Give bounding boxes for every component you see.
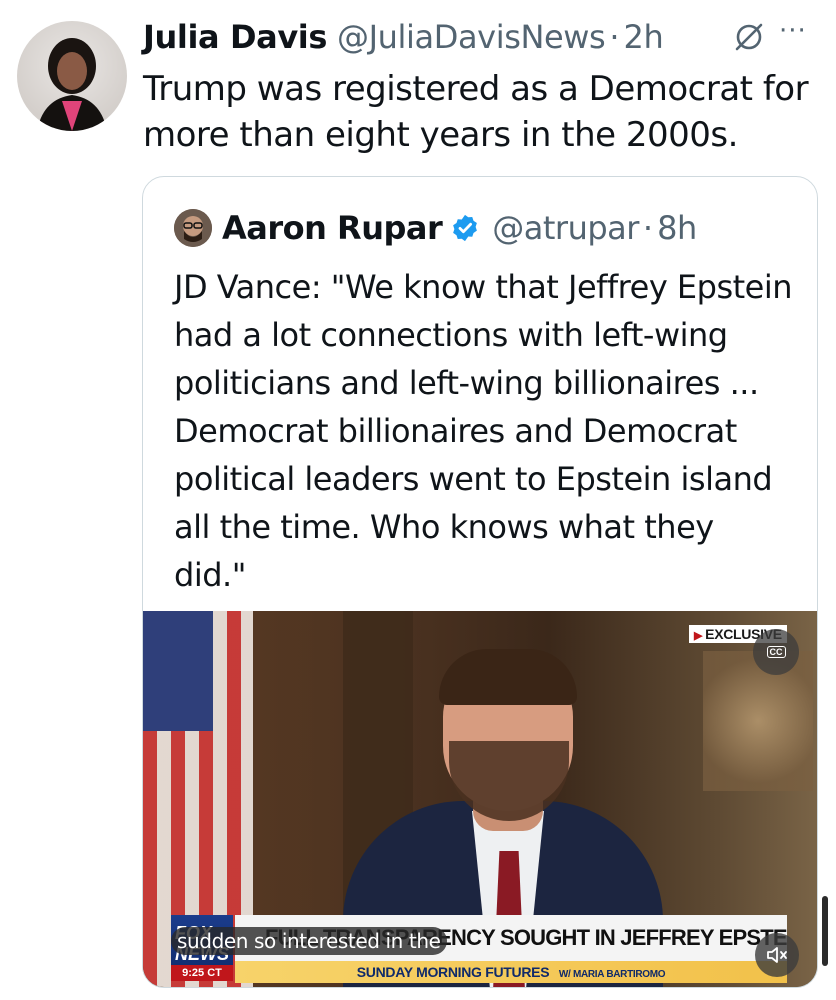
quoted-tweet-time[interactable]: 8h xyxy=(657,209,697,247)
quoted-tweet[interactable]: Aaron Rupar @atrupar · 8h JD Vance: "We … xyxy=(142,176,818,988)
tweet-time[interactable]: 2h xyxy=(624,18,664,56)
quoted-tweet-text: JD Vance: "We know that Jeffrey Epstein … xyxy=(174,268,793,594)
quoted-avatar-photo xyxy=(174,209,212,247)
mute-button[interactable] xyxy=(755,933,799,977)
speaker-hair xyxy=(439,649,577,705)
scrollbar[interactable] xyxy=(822,896,828,966)
quoted-author-avatar[interactable] xyxy=(174,209,212,247)
broadcast-clock: 9:25 CT xyxy=(171,965,233,981)
show-title: SUNDAY MORNING FUTURES xyxy=(356,964,550,980)
separator-dot: · xyxy=(609,18,620,56)
video-player[interactable]: ▶EXCLUSIVE CC FOX NEWS 9:25 CT FULL TRAN… xyxy=(143,611,817,987)
show-title-bar: SUNDAY MORNING FUTURES W/ MARIA BARTIROM… xyxy=(235,961,787,983)
closed-captions-button[interactable]: CC xyxy=(753,629,799,675)
video-caption: sudden so interested in the xyxy=(171,927,447,955)
background-lamp xyxy=(703,651,813,791)
separator-dot: · xyxy=(642,209,654,247)
more-icon[interactable]: ··· xyxy=(779,16,807,46)
show-host: W/ MARIA BARTIROMO xyxy=(558,969,666,980)
cc-icon: CC xyxy=(766,646,786,658)
quoted-author-name[interactable]: Aaron Rupar xyxy=(222,209,443,247)
tweet-author-avatar[interactable] xyxy=(17,21,127,131)
speaker-muted-icon xyxy=(767,947,787,963)
grok-icon[interactable] xyxy=(732,20,766,54)
quoted-author-handle[interactable]: @atrupar xyxy=(492,209,639,247)
avatar-photo xyxy=(37,38,107,131)
verified-badge-icon xyxy=(453,214,478,242)
flag-canton xyxy=(143,611,213,731)
author-name[interactable]: Julia Davis xyxy=(143,18,327,56)
tweet-text: Trump was registered as a Democrat for m… xyxy=(143,69,809,155)
quoted-tweet-header: Aaron Rupar @atrupar · 8h xyxy=(174,205,697,251)
author-handle[interactable]: @JuliaDavisNews xyxy=(337,18,606,56)
tweet-header: Julia Davis @JuliaDavisNews · 2h xyxy=(143,14,664,60)
